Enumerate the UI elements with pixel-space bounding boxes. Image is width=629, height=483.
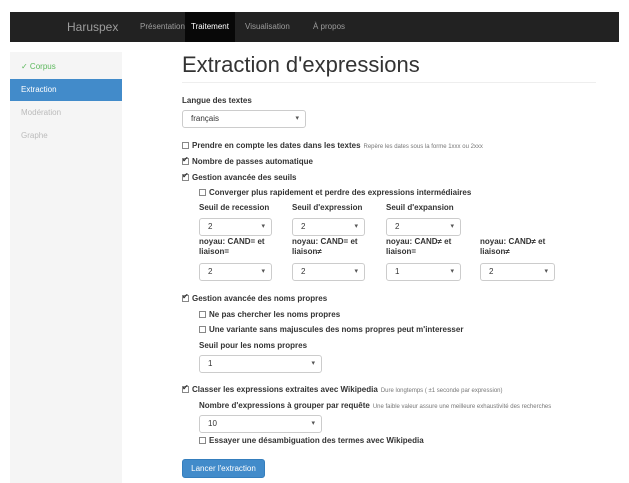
wiki-checkbox-row[interactable]: Classer les expressions extraites avec W… <box>182 383 503 394</box>
desamb-label: Essayer une désambiguation des termes av… <box>209 436 424 445</box>
grouper-help: Une faible valeur assure une meilleure e… <box>372 404 552 410</box>
noyau1-select[interactable]: 2 ▾ <box>199 263 272 281</box>
sidebar-item-corpus[interactable]: ✓ Corpus <box>10 56 122 78</box>
page-title: Extraction d'expressions <box>182 52 420 77</box>
converger-checkbox[interactable] <box>199 189 206 196</box>
grouper-label-row: Nombre d'expressions à grouper par requê… <box>199 401 551 410</box>
seuil-noms-label: Seuil pour les noms propres <box>199 341 308 350</box>
seuils-checkbox[interactable] <box>182 171 189 181</box>
chevron-down-icon: ▾ <box>261 268 265 275</box>
grouper-label: Nombre d'expressions à grouper par requê… <box>199 401 370 410</box>
chevron-down-icon: ▾ <box>295 115 299 122</box>
langue-label: Langue des textes <box>182 96 252 105</box>
top-navbar: Haruspex Présentation Traitement Visuali… <box>10 12 619 42</box>
title-divider <box>182 82 596 83</box>
chevron-down-icon: ▾ <box>311 420 315 427</box>
nav-a-propos[interactable]: À propos <box>307 12 351 42</box>
seuil-noms-value: 1 <box>208 359 213 368</box>
nav-presentation[interactable]: Présentation <box>134 12 191 42</box>
converger-label: Converger plus rapidement et perdre des … <box>209 188 472 197</box>
expression-value: 2 <box>301 222 306 231</box>
recession-select[interactable]: 2 ▾ <box>199 218 272 236</box>
brand[interactable]: Haruspex <box>67 20 118 34</box>
variante-label: Une variante sans majuscules des noms pr… <box>209 325 464 334</box>
noms-checkbox-row[interactable]: Gestion avancée des noms propres <box>182 292 328 303</box>
expansion-select[interactable]: 2 ▾ <box>386 218 461 236</box>
nav-visualisation[interactable]: Visualisation <box>239 12 296 42</box>
langue-value: français <box>191 114 220 123</box>
expansion-label: Seuil d'expansion <box>386 203 454 212</box>
passes-checkbox-row[interactable]: Nombre de passes automatique <box>182 155 313 166</box>
expression-select[interactable]: 2 ▾ <box>292 218 365 236</box>
pas-chercher-checkbox-row[interactable]: Ne pas chercher les noms propres <box>199 310 340 319</box>
recession-value: 2 <box>208 222 213 231</box>
noms-checkbox[interactable] <box>182 292 189 302</box>
seuils-checkbox-row[interactable]: Gestion avancée des seuils <box>182 171 297 182</box>
variante-checkbox-row[interactable]: Une variante sans majuscules des noms pr… <box>199 325 463 334</box>
noyau4-label: noyau: CAND≠ et liaison≠ <box>480 237 546 256</box>
sidebar-item-moderation: Modération <box>21 108 62 117</box>
langue-select[interactable]: français ▾ <box>182 110 306 128</box>
seuil-noms-select[interactable]: 1 ▾ <box>199 355 322 373</box>
dates-help: Repère les dates sous la forme 1xxx ou 2… <box>363 144 483 150</box>
recession-label: Seuil de recession <box>199 203 270 212</box>
wiki-help: Dure longtemps ( ±1 seconde par expressi… <box>380 388 503 394</box>
grouper-select[interactable]: 10 ▾ <box>199 415 322 433</box>
pas-chercher-checkbox[interactable] <box>199 311 206 318</box>
sidebar: ✓ Corpus Extraction Modération Graphe <box>10 52 122 483</box>
desamb-checkbox-row[interactable]: Essayer une désambiguation des termes av… <box>199 436 424 445</box>
noyau1-value: 2 <box>208 267 213 276</box>
passes-label: Nombre de passes automatique <box>192 157 313 166</box>
noyau4-value: 2 <box>489 267 494 276</box>
chevron-down-icon: ▾ <box>544 268 548 275</box>
chevron-down-icon: ▾ <box>311 360 315 367</box>
sidebar-item-graphe: Graphe <box>21 131 48 140</box>
noyau3-value: 1 <box>395 267 400 276</box>
wiki-label: Classer les expressions extraites avec W… <box>192 385 378 394</box>
lancer-extraction-button[interactable]: Lancer l'extraction <box>182 459 265 478</box>
desamb-checkbox[interactable] <box>199 437 206 444</box>
chevron-down-icon: ▾ <box>354 223 358 230</box>
noyau3-label: noyau: CAND≠ et liaison= <box>386 237 452 256</box>
pas-chercher-label: Ne pas chercher les noms propres <box>209 310 341 319</box>
converger-checkbox-row[interactable]: Converger plus rapidement et perdre des … <box>199 188 471 197</box>
chevron-down-icon: ▾ <box>261 223 265 230</box>
wiki-checkbox[interactable] <box>182 383 189 393</box>
chevron-down-icon: ▾ <box>450 223 454 230</box>
noyau2-value: 2 <box>301 267 306 276</box>
grouper-value: 10 <box>208 419 217 428</box>
nav-traitement[interactable]: Traitement <box>185 12 235 42</box>
variante-checkbox[interactable] <box>199 326 206 333</box>
expansion-value: 2 <box>395 222 400 231</box>
sidebar-item-extraction[interactable]: Extraction <box>10 79 122 101</box>
expression-label: Seuil d'expression <box>292 203 363 212</box>
noyau2-select[interactable]: 2 ▾ <box>292 263 365 281</box>
noyau3-select[interactable]: 1 ▾ <box>386 263 461 281</box>
dates-label: Prendre en compte les dates dans les tex… <box>192 141 361 150</box>
noyau2-label: noyau: CAND= et liaison≠ <box>292 237 358 256</box>
noms-label: Gestion avancée des noms propres <box>192 294 328 303</box>
noyau1-label: noyau: CAND= et liaison= <box>199 237 265 256</box>
chevron-down-icon: ▾ <box>354 268 358 275</box>
dates-checkbox[interactable] <box>182 142 189 149</box>
dates-checkbox-row[interactable]: Prendre en compte les dates dans les tex… <box>182 141 483 150</box>
chevron-down-icon: ▾ <box>450 268 454 275</box>
noyau4-select[interactable]: 2 ▾ <box>480 263 555 281</box>
seuils-label: Gestion avancée des seuils <box>192 173 297 182</box>
passes-checkbox[interactable] <box>182 155 189 165</box>
